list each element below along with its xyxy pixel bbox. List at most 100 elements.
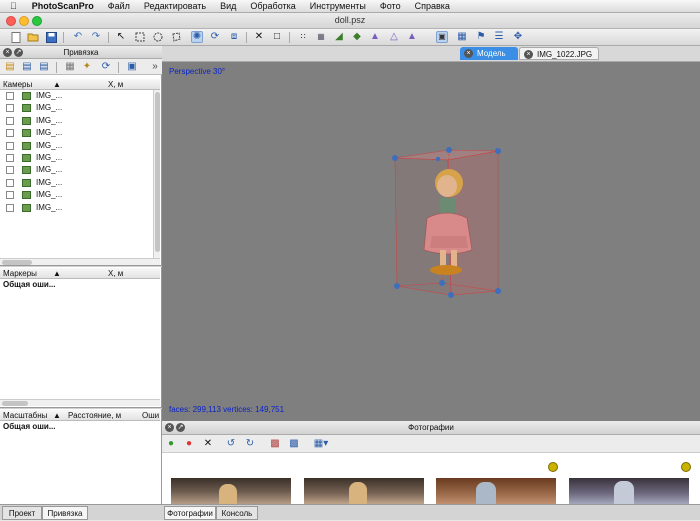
wireframe-icon[interactable]: △ bbox=[388, 31, 400, 43]
undo-icon[interactable]: ↶ bbox=[72, 31, 84, 43]
new-icon[interactable] bbox=[10, 31, 22, 43]
cameras-column[interactable]: Камеры bbox=[3, 79, 32, 90]
optimize-icon[interactable]: ⟳ bbox=[100, 61, 112, 73]
camera-checkbox[interactable] bbox=[6, 191, 14, 200]
circle-select-icon[interactable] bbox=[152, 31, 164, 43]
splitter[interactable] bbox=[0, 407, 162, 409]
camera-row[interactable]: IMG_... bbox=[0, 127, 152, 140]
flag-icon[interactable]: ⚑ bbox=[475, 31, 487, 43]
close-panel-icon[interactable]: × bbox=[165, 423, 174, 432]
x-column[interactable]: X, м bbox=[108, 268, 123, 279]
resize-region-icon[interactable]: ⧈ bbox=[228, 31, 240, 43]
tab-photo[interactable]: × IMG_1022.JPG bbox=[519, 47, 599, 60]
camera-checkbox[interactable] bbox=[6, 203, 14, 212]
tab-project[interactable]: Проект bbox=[2, 506, 42, 520]
menu-photo[interactable]: Фото bbox=[373, 1, 408, 11]
expand-toolbar-icon[interactable]: » bbox=[149, 61, 161, 73]
marker-icon[interactable]: ▦ bbox=[456, 31, 468, 43]
sort-arrow-icon[interactable]: ▲ bbox=[53, 79, 61, 90]
align-icon[interactable]: ☰ bbox=[493, 31, 505, 43]
photo-thumbnail[interactable] bbox=[436, 478, 556, 504]
camera-row[interactable]: IMG_... bbox=[0, 189, 152, 202]
import-icon[interactable]: ▤ bbox=[4, 61, 16, 73]
distance-column[interactable]: Расстояние, м bbox=[68, 410, 121, 421]
error-column[interactable]: Оши bbox=[142, 410, 159, 421]
x-column[interactable]: X, м bbox=[108, 79, 123, 90]
export-icon[interactable]: ▤ bbox=[21, 61, 33, 73]
camera-row[interactable]: IMG_... bbox=[0, 177, 152, 190]
tab-reference[interactable]: Привязка bbox=[42, 506, 88, 520]
texture-icon[interactable]: ◆ bbox=[351, 31, 363, 43]
camera-row[interactable]: IMG_... bbox=[0, 140, 152, 153]
mesh-icon[interactable]: ◢ bbox=[333, 31, 345, 43]
camera-row[interactable]: IMG_... bbox=[0, 90, 152, 103]
close-tab-icon[interactable]: × bbox=[524, 50, 533, 59]
markers-column[interactable]: Маркеры bbox=[3, 268, 37, 279]
sort-arrow-icon[interactable]: ▲ bbox=[53, 410, 61, 421]
camera-checkbox[interactable] bbox=[6, 178, 14, 187]
menu-file[interactable]: Файл bbox=[101, 1, 137, 11]
redo-icon[interactable]: ↷ bbox=[90, 31, 102, 43]
camera-checkbox[interactable] bbox=[6, 129, 14, 138]
camera-checkbox[interactable] bbox=[6, 141, 14, 150]
camera-checkbox[interactable] bbox=[6, 116, 14, 125]
scalebars-column[interactable]: Масштабны bbox=[3, 410, 47, 421]
rect-select-icon[interactable] bbox=[134, 31, 146, 43]
markers-hscrollbar[interactable] bbox=[0, 399, 160, 406]
convert-icon[interactable]: ▤ bbox=[38, 61, 50, 73]
shaded-icon[interactable]: ▲ bbox=[369, 31, 381, 43]
camera-row[interactable]: IMG_... bbox=[0, 164, 152, 177]
cameras-hscrollbar[interactable] bbox=[0, 258, 160, 265]
camera-checkbox[interactable] bbox=[6, 154, 14, 162]
app-menu[interactable]: PhotoScanPro bbox=[25, 1, 101, 11]
reset-mask-icon[interactable]: ▩ bbox=[288, 438, 300, 450]
camera-row[interactable]: IMG_... bbox=[0, 152, 152, 165]
tab-photos[interactable]: Фотографии bbox=[164, 506, 216, 520]
close-tab-icon[interactable]: × bbox=[464, 49, 473, 58]
delete-icon[interactable]: ✕ bbox=[253, 31, 265, 43]
navigation-icon[interactable]: ✺ bbox=[191, 31, 203, 43]
disable-icon[interactable]: ● bbox=[183, 438, 195, 450]
apple-icon[interactable]:  bbox=[0, 1, 25, 11]
point-cloud-icon[interactable]: ∷ bbox=[297, 31, 309, 43]
table-icon[interactable]: ▦ bbox=[64, 61, 76, 73]
camera-row[interactable]: IMG_... bbox=[0, 202, 152, 215]
move-icon[interactable]: ✥ bbox=[512, 31, 524, 43]
wand-icon[interactable]: ✦ bbox=[81, 61, 93, 73]
sort-arrow-icon[interactable]: ▲ bbox=[53, 268, 61, 279]
close-panel-icon[interactable]: × bbox=[3, 48, 12, 57]
rotate-right-icon[interactable]: ↻ bbox=[244, 438, 256, 450]
menu-edit[interactable]: Редактировать bbox=[137, 1, 213, 11]
camera-checkbox[interactable] bbox=[6, 166, 14, 175]
view-source-icon[interactable]: ▣ bbox=[126, 61, 138, 73]
rotate-object-icon[interactable]: ⟳ bbox=[209, 31, 221, 43]
tab-console[interactable]: Консоль bbox=[216, 506, 258, 520]
float-panel-icon[interactable]: ↗ bbox=[176, 423, 185, 432]
dense-cloud-icon[interactable]: ▦ bbox=[315, 31, 327, 43]
menu-tools[interactable]: Инструменты bbox=[303, 1, 373, 11]
rotate-left-icon[interactable]: ↺ bbox=[225, 438, 237, 450]
solid-icon[interactable]: ▲ bbox=[406, 31, 418, 43]
cameras-vscrollbar[interactable] bbox=[153, 90, 160, 260]
splitter[interactable] bbox=[0, 265, 162, 267]
crop-icon[interactable]: □ bbox=[271, 31, 283, 43]
menu-help[interactable]: Справка bbox=[408, 1, 457, 11]
float-panel-icon[interactable]: ↗ bbox=[14, 48, 23, 57]
open-icon[interactable] bbox=[27, 31, 39, 43]
camera-checkbox[interactable] bbox=[6, 92, 14, 100]
camera-icon[interactable]: ▣ bbox=[436, 31, 448, 43]
menu-view[interactable]: Вид bbox=[213, 1, 243, 11]
free-select-icon[interactable] bbox=[170, 31, 182, 43]
tab-model[interactable]: × Модель bbox=[460, 47, 518, 60]
pointer-icon[interactable]: ↖ bbox=[115, 31, 127, 43]
photo-thumbnail[interactable] bbox=[304, 478, 424, 504]
enable-icon[interactable]: ● bbox=[165, 438, 177, 450]
save-icon[interactable] bbox=[45, 31, 57, 43]
camera-checkbox[interactable] bbox=[6, 104, 14, 113]
model-viewport[interactable]: Perspective 30° faces: 299,113 vertices:… bbox=[162, 62, 700, 421]
photo-thumbnail[interactable] bbox=[171, 478, 291, 504]
view-options-icon[interactable]: ▦▾ bbox=[312, 438, 330, 450]
menu-workflow[interactable]: Обработка bbox=[243, 1, 302, 11]
photo-thumbnail[interactable] bbox=[569, 478, 689, 504]
camera-row[interactable]: IMG_... bbox=[0, 115, 152, 128]
